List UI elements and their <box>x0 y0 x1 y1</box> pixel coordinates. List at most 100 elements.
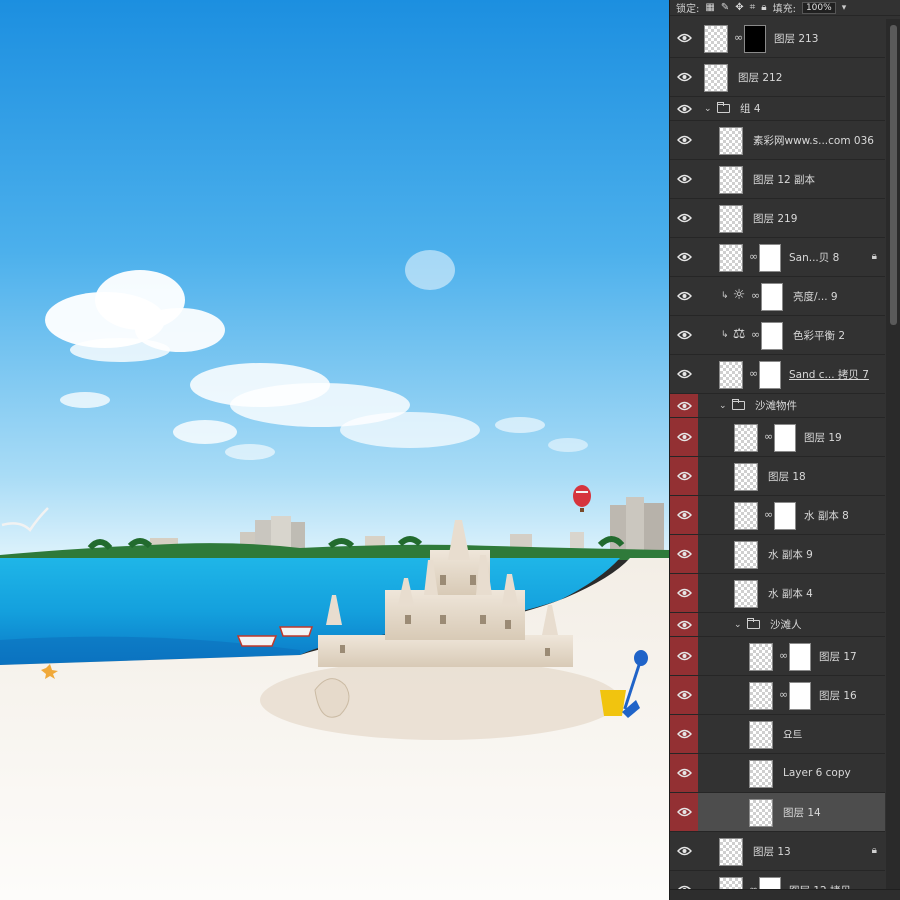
layer-group-row[interactable]: ⌄ 沙滩人 <box>670 613 885 637</box>
layer-group-row[interactable]: ⌄ 组 4 <box>670 97 885 121</box>
layer-thumbnail[interactable] <box>734 463 758 491</box>
group-expand-chevron-icon[interactable]: ⌄ <box>734 613 742 636</box>
mask-link-icon[interactable]: ∞ <box>751 328 760 342</box>
mask-link-icon[interactable]: ∞ <box>751 289 760 303</box>
layer-mask-thumbnail[interactable] <box>759 244 781 272</box>
layer-thumbnail[interactable] <box>734 580 758 608</box>
visibility-eye-icon[interactable] <box>670 613 698 636</box>
mask-link-icon[interactable]: ∞ <box>779 649 788 663</box>
layer-name[interactable]: 图层 212 <box>738 58 782 96</box>
layer-row[interactable]: 图层 14 <box>670 793 885 832</box>
visibility-eye-icon[interactable] <box>670 754 698 792</box>
visibility-eye-icon[interactable] <box>670 58 698 96</box>
layer-name[interactable]: 色彩平衡 2 <box>793 316 845 354</box>
layer-name[interactable]: 图层 12 副本 <box>753 160 815 198</box>
visibility-eye-icon[interactable] <box>670 199 698 237</box>
layer-thumbnail[interactable] <box>719 127 743 155</box>
layer-name[interactable]: Layer 6 copy <box>783 754 851 792</box>
lock-move-icon[interactable]: ✥ <box>735 2 743 13</box>
lock-transparent-icon[interactable]: ▦ <box>705 2 714 13</box>
group-expand-chevron-icon[interactable]: ⌄ <box>704 97 712 120</box>
layer-name[interactable]: 图层 16 <box>819 676 857 714</box>
layer-thumbnail[interactable] <box>749 721 773 749</box>
visibility-eye-icon[interactable] <box>670 574 698 612</box>
layer-name[interactable]: 图层 14 <box>783 793 821 831</box>
layer-thumbnail[interactable] <box>749 799 773 827</box>
layer-row[interactable]: ∞ 图层 17 <box>670 637 885 676</box>
layer-row[interactable]: ∞ 水 副本 8 <box>670 496 885 535</box>
layers-scrollbar[interactable] <box>886 19 900 889</box>
layer-thumbnail[interactable] <box>719 244 743 272</box>
fill-input[interactable]: 100% <box>801 1 836 14</box>
mask-link-icon[interactable]: ∞ <box>764 430 773 444</box>
visibility-eye-icon[interactable] <box>670 19 698 57</box>
layer-row[interactable]: 图层 212 <box>670 58 885 97</box>
layer-name[interactable]: 组 4 <box>740 97 761 120</box>
visibility-eye-icon[interactable] <box>670 394 698 417</box>
layer-name[interactable]: 水 副本 9 <box>768 535 813 573</box>
visibility-eye-icon[interactable] <box>670 160 698 198</box>
layer-row[interactable]: ∞ 图层 19 <box>670 418 885 457</box>
layer-name[interactable]: 亮度/... 9 <box>793 277 838 315</box>
layer-name[interactable]: 沙滩人 <box>770 613 802 636</box>
mask-link-icon[interactable]: ∞ <box>749 367 758 381</box>
layer-name[interactable]: 요트 <box>783 715 802 753</box>
lock-brush-icon[interactable]: ✎ <box>721 2 729 13</box>
layer-row[interactable]: Layer 6 copy <box>670 754 885 793</box>
layer-name[interactable]: San...贝 8 <box>789 238 839 276</box>
layer-row[interactable]: 水 副本 9 <box>670 535 885 574</box>
layer-name[interactable]: 素彩网www.s...com 036 <box>753 121 874 159</box>
layer-row[interactable]: ∞ 图层 16 <box>670 676 885 715</box>
visibility-eye-icon[interactable] <box>670 637 698 675</box>
layer-row[interactable]: ↳ ⚖ ∞ 色彩平衡 2 <box>670 316 885 355</box>
visibility-eye-icon[interactable] <box>670 496 698 534</box>
document-canvas[interactable] <box>0 0 669 900</box>
adjustment-mask-thumbnail[interactable] <box>761 283 783 311</box>
visibility-eye-icon[interactable] <box>670 97 698 120</box>
mask-link-icon[interactable]: ∞ <box>764 508 773 522</box>
visibility-eye-icon[interactable] <box>670 277 698 315</box>
layer-mask-thumbnail[interactable] <box>774 424 796 452</box>
mask-link-icon[interactable]: ∞ <box>734 31 743 45</box>
lock-all-icon[interactable]: 🔒︎ <box>761 2 766 13</box>
visibility-eye-icon[interactable] <box>670 355 698 393</box>
visibility-eye-icon[interactable] <box>670 121 698 159</box>
layer-thumbnail[interactable] <box>749 643 773 671</box>
layer-thumbnail[interactable] <box>734 424 758 452</box>
visibility-eye-icon[interactable] <box>670 457 698 495</box>
layer-name[interactable]: 图层 213 <box>774 19 818 57</box>
layer-group-row[interactable]: ⌄ 沙滩物件 <box>670 394 885 418</box>
visibility-eye-icon[interactable] <box>670 832 698 870</box>
layer-row[interactable]: 요트 <box>670 715 885 754</box>
layer-thumbnail[interactable] <box>719 838 743 866</box>
layer-name[interactable]: 水 副本 4 <box>768 574 813 612</box>
layer-row[interactable]: 图层 13 🔒︎ <box>670 832 885 871</box>
layer-thumbnail[interactable] <box>749 682 773 710</box>
visibility-eye-icon[interactable] <box>670 418 698 456</box>
layer-mask-thumbnail[interactable] <box>759 361 781 389</box>
layer-row[interactable]: ∞ 图层 213 <box>670 19 885 58</box>
visibility-eye-icon[interactable] <box>670 316 698 354</box>
visibility-eye-icon[interactable] <box>670 535 698 573</box>
mask-link-icon[interactable]: ∞ <box>749 250 758 264</box>
layer-row[interactable]: 图层 12 副本 <box>670 160 885 199</box>
layer-mask-thumbnail[interactable] <box>789 643 811 671</box>
layer-name[interactable]: 沙滩物件 <box>755 394 797 417</box>
visibility-eye-icon[interactable] <box>670 715 698 753</box>
layer-row[interactable]: 素彩网www.s...com 036 <box>670 121 885 160</box>
visibility-eye-icon[interactable] <box>670 793 698 831</box>
mask-link-icon[interactable]: ∞ <box>779 688 788 702</box>
layer-row[interactable]: 图层 219 <box>670 199 885 238</box>
layer-name[interactable]: 水 副本 8 <box>804 496 849 534</box>
layer-mask-thumbnail[interactable] <box>789 682 811 710</box>
layer-thumbnail[interactable] <box>704 64 728 92</box>
layer-thumbnail[interactable] <box>719 205 743 233</box>
layer-row[interactable]: 图层 18 <box>670 457 885 496</box>
lock-artboard-icon[interactable]: ⌗ <box>750 2 756 13</box>
layer-thumbnail[interactable] <box>719 166 743 194</box>
layer-thumbnail[interactable] <box>734 541 758 569</box>
layer-name[interactable]: 图层 17 <box>819 637 857 675</box>
fill-dropdown-icon[interactable]: ▾ <box>842 3 847 13</box>
visibility-eye-icon[interactable] <box>670 238 698 276</box>
layer-thumbnail[interactable] <box>719 361 743 389</box>
